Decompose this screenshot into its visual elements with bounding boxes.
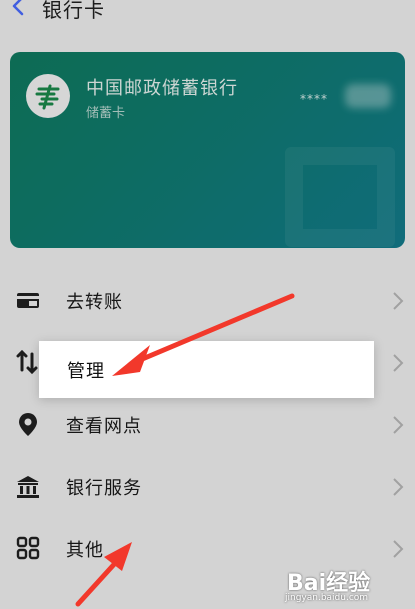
card-number-mask: **** (300, 92, 328, 106)
card-type: 储蓄卡 (86, 106, 126, 121)
grid-icon (14, 534, 42, 562)
menu-list: 去转账 查看网点 银行服务 其他 (0, 270, 415, 580)
back-button[interactable] (6, 0, 30, 20)
manage-popup[interactable]: 管理 (39, 341, 374, 398)
card-decoration (285, 147, 395, 247)
chevron-right-icon (391, 414, 405, 436)
page-title: 银行卡 (42, 0, 105, 22)
location-pin-icon (14, 410, 42, 438)
postal-bank-logo-icon (26, 74, 70, 118)
menu-item-bank-service[interactable]: 银行服务 (0, 456, 415, 518)
manage-option[interactable]: 管理 (67, 357, 105, 383)
chevron-right-icon (391, 290, 405, 312)
menu-item-transfer[interactable]: 去转账 (0, 270, 415, 332)
exchange-icon (14, 348, 42, 376)
bank-card-page: 银行卡 中国邮政储蓄银行 储蓄卡 **** 去转账 查看网点 银行服务 其他 管… (0, 0, 415, 609)
bank-card[interactable]: 中国邮政储蓄银行 储蓄卡 **** (10, 52, 405, 248)
bank-name: 中国邮政储蓄银行 (86, 78, 238, 99)
watermark: Bai经验 jingyan.baidu.com (277, 565, 407, 605)
menu-item-label: 其他 (66, 540, 104, 561)
chevron-right-icon (391, 538, 405, 560)
transfer-card-icon (14, 286, 42, 314)
chevron-left-icon (12, 0, 24, 16)
bank-building-icon (14, 472, 42, 500)
menu-item-branches[interactable]: 查看网点 (0, 394, 415, 456)
chevron-right-icon (391, 352, 405, 374)
menu-item-label: 查看网点 (66, 416, 142, 437)
blurred-card-digits (345, 84, 391, 108)
header: 银行卡 (0, 0, 415, 40)
watermark-url: jingyan.baidu.com (285, 593, 369, 603)
chevron-right-icon (391, 476, 405, 498)
menu-item-label: 去转账 (66, 292, 123, 313)
menu-item-label: 银行服务 (66, 478, 142, 499)
